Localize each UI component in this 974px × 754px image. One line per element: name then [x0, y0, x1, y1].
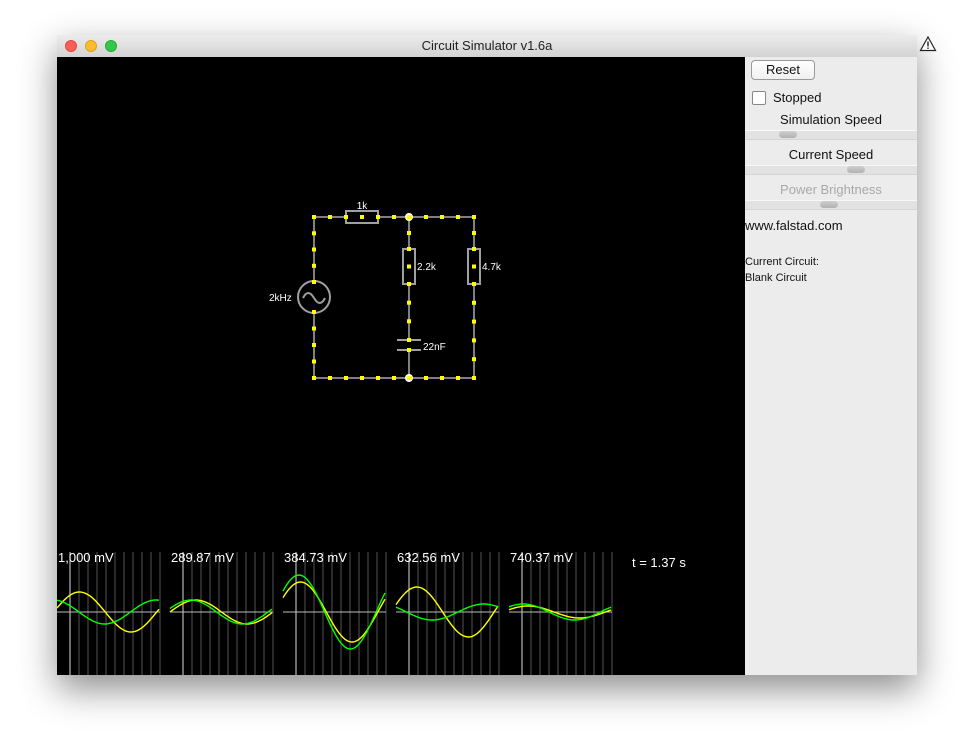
current-dot — [472, 319, 476, 324]
current-dot — [312, 343, 316, 347]
current-circuit-name: Blank Circuit — [745, 272, 807, 284]
wires — [313, 216, 475, 379]
current-dot — [360, 376, 364, 380]
current-dot — [407, 231, 411, 235]
current-dot — [407, 264, 411, 269]
window-title: Circuit Simulator v1.6a — [421, 38, 553, 53]
current-speed-knob[interactable] — [847, 166, 865, 173]
stopped-checkbox-row[interactable]: Stopped — [752, 90, 821, 105]
stopped-label: Stopped — [773, 90, 822, 105]
current-dots — [312, 215, 476, 380]
simulation-speed-label: Simulation Speed — [780, 112, 882, 127]
capacitor-label: 22nF — [423, 342, 446, 353]
current-dot — [376, 215, 380, 219]
current-circuit-heading: Current Circuit: — [745, 256, 819, 268]
warning-triangle-icon — [919, 35, 937, 52]
current-dot — [312, 247, 316, 252]
time-readout: t = 1.37 s — [632, 555, 686, 570]
current-dot — [440, 215, 444, 219]
current-dot — [312, 376, 316, 380]
current-dot — [472, 231, 476, 235]
current-dot — [424, 215, 428, 219]
stopped-checkbox[interactable] — [752, 90, 766, 105]
current-dot — [407, 348, 411, 352]
current-dot — [407, 338, 411, 342]
current-dot — [407, 319, 411, 324]
website-link[interactable]: www.falstad.com — [745, 218, 843, 233]
power-brightness-knob — [820, 201, 838, 208]
current-dot — [407, 215, 411, 219]
scope-area[interactable]: 1,000 mV 289.87 mV 384.73 mV 632.56 mV 740.3… — [57, 550, 613, 675]
current-dot — [440, 376, 444, 380]
circuit-schematic[interactable]: 1k 2.2k 4.7k 22nF 2kHz 1,000 mV 289.87 mV… — [57, 57, 745, 675]
control-panel: Reset Stopped Simulation Speed Current S… — [745, 57, 917, 675]
scope-label: 1,000 mV — [58, 550, 114, 565]
current-dot — [472, 282, 476, 286]
current-dot — [344, 376, 348, 380]
current-dot — [328, 376, 332, 380]
ac-source[interactable] — [297, 280, 331, 314]
scope-label: 740.37 mV — [510, 550, 573, 565]
current-dot — [312, 263, 316, 268]
simulation-speed-knob[interactable] — [779, 131, 797, 138]
current-dot — [472, 215, 476, 219]
current-dot — [344, 215, 348, 219]
source-frequency-label: 2kHz — [269, 293, 292, 304]
current-dot — [407, 247, 411, 251]
current-dot — [472, 357, 476, 362]
title-bar[interactable]: Circuit Simulator v1.6a — [57, 35, 937, 58]
current-dot — [472, 264, 476, 269]
reset-button[interactable]: Reset — [751, 60, 815, 80]
power-brightness-slider — [745, 200, 917, 210]
current-dot — [456, 215, 460, 219]
current-dot — [312, 310, 316, 314]
current-dot — [392, 376, 396, 380]
current-dot — [312, 215, 316, 219]
resistor-2-2k-label: 2.2k — [417, 262, 437, 273]
resistor-4-7k-label: 4.7k — [482, 262, 502, 273]
scope-label: 384.73 mV — [284, 550, 347, 565]
scope-2[interactable]: 289.87 mV — [169, 550, 274, 675]
current-dot — [424, 376, 428, 380]
scope-3[interactable]: 384.73 mV — [282, 550, 387, 675]
current-speed-label: Current Speed — [788, 147, 874, 162]
current-dot — [328, 215, 332, 219]
current-dot — [376, 376, 380, 380]
current-dot — [407, 300, 411, 305]
scope-4[interactable]: 632.56 mV — [395, 550, 500, 675]
current-dot — [456, 376, 460, 380]
current-dot — [472, 247, 476, 251]
current-dot — [312, 231, 316, 236]
current-dot — [407, 282, 411, 286]
simulation-speed-slider[interactable] — [745, 130, 917, 140]
power-brightness-label: Power Brightness — [780, 182, 882, 197]
scope-label: 289.87 mV — [171, 550, 234, 565]
current-dot — [392, 215, 396, 219]
current-dot — [312, 280, 316, 284]
scope-1[interactable]: 1,000 mV — [57, 550, 161, 675]
current-dot — [472, 376, 476, 380]
current-dot — [312, 359, 316, 364]
app-window: Circuit Simulator v1.6a 1k 2.2k 4.7k 22n… — [57, 35, 937, 675]
scope-label: 632.56 mV — [397, 550, 460, 565]
circuit-canvas[interactable]: 1k 2.2k 4.7k 22nF 2kHz 1,000 mV 289.87 mV… — [57, 57, 745, 675]
current-dot — [407, 376, 411, 380]
resistor-1k-label: 1k — [357, 201, 369, 212]
scope-5[interactable]: 740.37 mV — [508, 550, 613, 675]
current-dot — [472, 300, 476, 305]
current-speed-slider[interactable] — [745, 165, 917, 175]
current-dot — [360, 215, 364, 219]
current-dot — [472, 338, 476, 343]
current-dot — [312, 326, 316, 331]
